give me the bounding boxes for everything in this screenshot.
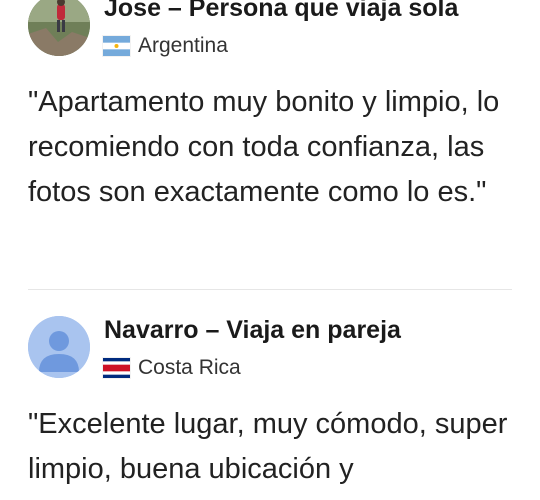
reviewer-avatar[interactable] <box>28 0 90 56</box>
reviewer-country: Argentina <box>138 34 228 57</box>
review-card: Jose – Persona que viaja sola Argentina … <box>0 0 540 290</box>
reviewer-country-row: Argentina <box>103 34 228 58</box>
review-text: "Apartamento muy bonito y limpio, lo rec… <box>28 86 500 208</box>
reviewer-country: Costa Rica <box>138 356 241 379</box>
review-text: "Excelente lugar, muy cómodo, super limp… <box>28 408 508 485</box>
default-user-icon <box>28 316 90 378</box>
argentina-flag-icon <box>103 36 130 56</box>
reviewer-avatar[interactable] <box>28 316 90 378</box>
review-card: Navarro – Viaja en pareja Costa Rica "Ex… <box>0 290 540 500</box>
user-photo-icon <box>28 0 90 56</box>
reviewer-country-row: Costa Rica <box>103 356 241 380</box>
reviewer-name: Jose – Persona que viaja sola <box>104 0 459 22</box>
reviewer-name: Navarro – Viaja en pareja <box>104 316 401 344</box>
costa-rica-flag-icon <box>103 358 130 378</box>
